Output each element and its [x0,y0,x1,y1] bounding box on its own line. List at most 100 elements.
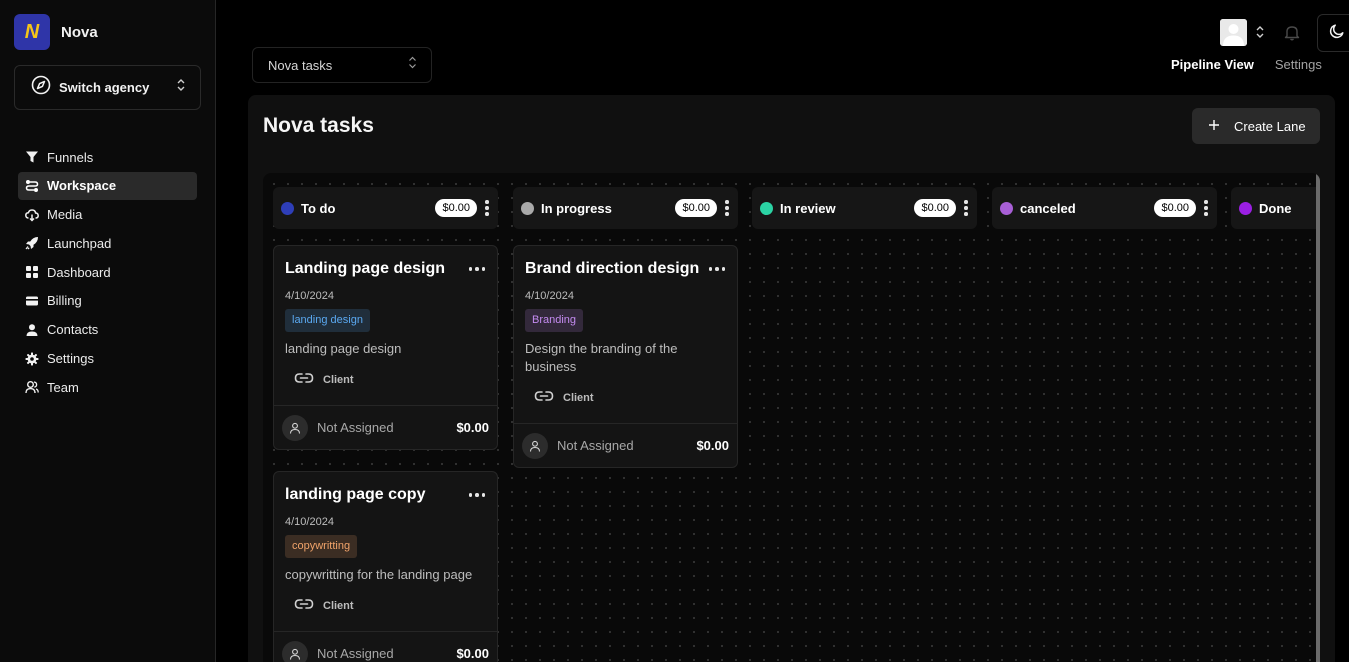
lane-amount-badge: $0.00 [1154,199,1196,217]
more-vertical-icon[interactable] [963,200,969,216]
sidebar-item-workspace[interactable]: Workspace [18,171,197,200]
assignee-name: Not Assigned [317,646,394,661]
pipeline-panel: Nova tasks Create Lane To do $0.00 In pr… [248,95,1335,662]
lane-header[interactable]: Done [1231,187,1320,229]
link-icon [294,598,314,613]
sidebar-item-dashboard[interactable]: Dashboard [18,258,197,286]
lane-title: canceled [1020,200,1076,216]
lane-title: To do [301,200,336,216]
lane-in-progress: In progress $0.00 [513,187,738,229]
ticket-card[interactable]: landing page copy 4/10/2024 copywritting… [273,471,498,662]
theme-toggle-button[interactable] [1317,14,1349,52]
sidebar-item-settings[interactable]: Settings [18,345,197,373]
page-title: Nova tasks [263,114,374,137]
tab-settings[interactable]: Settings [1275,57,1322,72]
ticket-client-link[interactable]: Client [274,584,497,613]
sidebar-item-team[interactable]: Team [18,373,197,401]
lane-color-dot [760,201,773,215]
ticket-card[interactable]: Landing page design 4/10/2024 landing de… [273,245,498,450]
contacts-icon [25,323,39,337]
lane-color-dot [521,201,534,215]
settings-icon [25,352,39,366]
lane-canceled: canceled $0.00 [992,187,1217,229]
more-horizontal-icon[interactable] [468,493,485,497]
app-root: N Nova Switch agency Funnels Workspace M… [0,0,1349,662]
more-vertical-icon[interactable] [484,200,490,216]
plus-icon [1208,119,1220,134]
kanban-board: To do $0.00 In progress $0.00 In review … [263,173,1320,662]
chevron-up-down-icon[interactable] [1255,24,1265,45]
more-horizontal-icon[interactable] [708,267,725,271]
media-icon [25,208,39,222]
link-icon [534,390,554,405]
lane-color-dot [1239,201,1252,215]
sidebar-item-funnels[interactable]: Funnels [18,143,197,171]
sidebar-item-contacts[interactable]: Contacts [18,316,197,344]
funnel-icon [25,150,39,164]
ticket-description: Design the branding of the business [525,341,678,374]
lane-amount-badge: $0.00 [435,199,477,217]
ticket-footer: Not Assigned $0.00 [514,423,737,467]
user-avatar[interactable] [1220,19,1247,46]
bell-icon[interactable] [1284,24,1300,46]
assignee-avatar [282,414,308,441]
brand[interactable]: N Nova [14,14,98,50]
ticket-footer: Not Assigned $0.00 [274,631,497,662]
assignee-name: Not Assigned [317,420,394,435]
chevron-up-down-icon [176,78,186,97]
lane-title: Done [1259,200,1292,216]
assignee-avatar [282,640,308,662]
billing-icon [25,294,39,308]
lane-done: Done [1231,187,1320,229]
sidebar-item-launchpad[interactable]: Launchpad [18,229,197,257]
ticket-client-link[interactable]: Client [514,376,737,405]
sidebar-item-label: Dashboard [47,264,111,280]
sidebar-item-billing[interactable]: Billing [18,287,197,315]
moon-icon [1329,23,1345,44]
ticket-title: landing page copy [285,486,426,503]
rocket-icon [25,236,39,250]
compass-icon [31,75,51,100]
lane-in-review: In review $0.00 [752,187,977,229]
sidebar-item-label: Funnels [47,149,94,165]
lane-title: In review [780,200,836,216]
team-icon [25,380,39,394]
ticket-client-label: Client [323,373,354,386]
switch-agency-label: Switch agency [59,80,150,95]
ticket-tag: Branding [525,309,584,332]
brand-logo: N [14,14,50,50]
ticket-title: Brand direction design [525,260,700,277]
ticket-amount: $0.00 [456,646,489,661]
lane-header[interactable]: In progress $0.00 [513,187,738,229]
ticket-client-link[interactable]: Client [274,358,497,387]
lane-header[interactable]: In review $0.00 [752,187,977,229]
sidebar-nav: Funnels Workspace Media Launchpad Dashbo… [18,143,197,402]
lane-color-dot [1000,201,1013,215]
ticket-date: 4/10/2024 [525,290,574,302]
view-tabs: Pipeline View Settings [1171,57,1322,72]
ticket-amount: $0.00 [456,420,489,435]
more-horizontal-icon[interactable] [468,267,485,271]
tab-pipeline-view[interactable]: Pipeline View [1171,57,1254,72]
lane-header[interactable]: canceled $0.00 [992,187,1217,229]
switch-agency-button[interactable]: Switch agency [14,65,201,110]
ticket-description: copywritting for the landing page [285,567,473,582]
lane-header[interactable]: To do $0.00 [273,187,498,229]
brand-name: Nova [61,23,98,41]
board-scrollbar[interactable] [1316,173,1320,662]
dashboard-icon [25,265,39,279]
more-vertical-icon[interactable] [724,200,730,216]
ticket-description: landing page design [285,341,402,356]
ticket-date: 4/10/2024 [285,516,334,528]
pipeline-select[interactable]: Nova tasks [252,47,432,83]
sidebar-item-label: Settings [47,351,94,367]
more-vertical-icon[interactable] [1203,200,1209,216]
ticket-header: Brand direction design [514,246,737,278]
sidebar-item-label: Billing [47,293,82,309]
sidebar-item-media[interactable]: Media [18,201,197,229]
create-lane-button[interactable]: Create Lane [1192,108,1320,144]
ticket-card[interactable]: Brand direction design 4/10/2024 Brandin… [513,245,738,468]
pipeline-select-value: Nova tasks [268,57,333,73]
workspace-icon [25,179,39,193]
ticket-tag: copywritting [285,535,358,558]
